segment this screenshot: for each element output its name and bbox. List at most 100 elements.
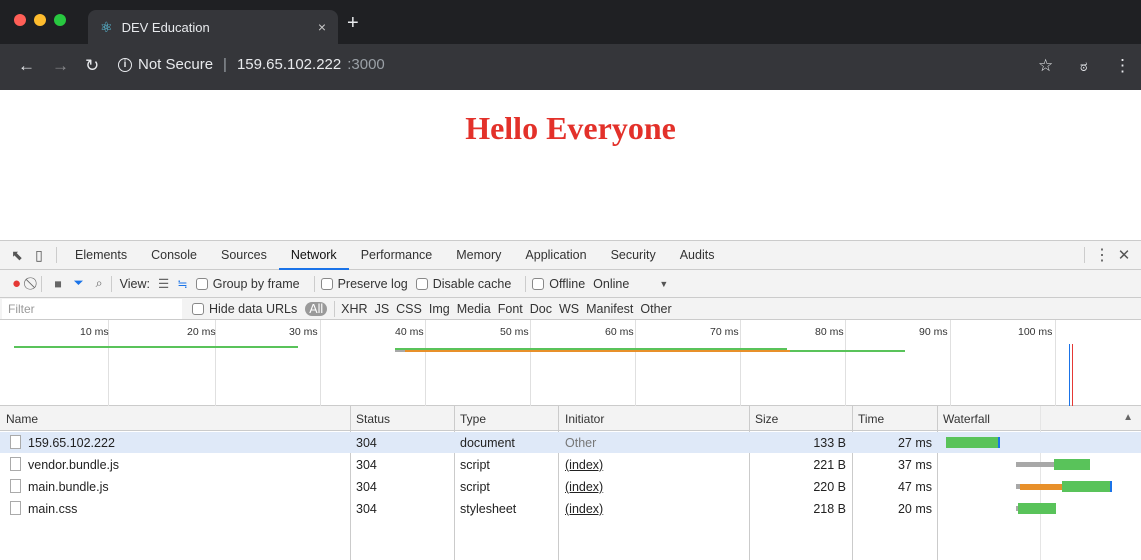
toolbar-divider <box>334 300 336 317</box>
filter-funnel-icon[interactable]: ⏷ <box>74 276 84 291</box>
bookmark-star-icon[interactable]: ☆ <box>1038 56 1053 76</box>
minimize-window-button[interactable] <box>34 14 46 26</box>
request-initiator[interactable]: (index) <box>565 480 603 494</box>
search-icon[interactable]: ⌕ <box>96 276 103 291</box>
reload-icon[interactable]: ↻ <box>85 56 99 76</box>
incognito-icon[interactable]: ಠ <box>1080 58 1087 75</box>
table-row[interactable]: main.css 304 stylesheet (index) 218 B 20… <box>0 498 1141 519</box>
network-overview[interactable]: 10 ms 20 ms 30 ms 40 ms 50 ms 60 ms 70 m… <box>0 320 1141 406</box>
column-header-waterfall[interactable]: Waterfall <box>943 412 990 426</box>
back-arrow-icon[interactable]: ← <box>18 56 35 76</box>
waterfall-bar[interactable] <box>1018 503 1056 514</box>
column-header-type[interactable]: Type <box>460 412 486 426</box>
grid-line <box>320 320 321 406</box>
filter-type-media[interactable]: Media <box>457 302 491 316</box>
request-status: 304 <box>356 480 377 494</box>
record-icon[interactable]: ● <box>12 275 21 292</box>
request-initiator[interactable]: (index) <box>565 458 603 472</box>
screenshot-camera-icon[interactable]: ■ <box>54 277 62 291</box>
new-tab-button[interactable]: + <box>347 13 359 33</box>
devtools-menu-icon[interactable]: ⋮ <box>1091 245 1113 265</box>
tab-close-icon[interactable]: × <box>318 19 326 35</box>
tab-performance[interactable]: Performance <box>349 241 445 270</box>
request-type: script <box>460 458 490 472</box>
chrome-menu-icon[interactable]: ⋮ <box>1114 56 1131 76</box>
address-bar[interactable]: i Not Secure | 159.65.102.222:3000 <box>118 56 385 73</box>
tab-memory[interactable]: Memory <box>444 241 513 270</box>
document-file-icon <box>10 435 21 449</box>
tab-network[interactable]: Network <box>278 241 349 270</box>
column-header-initiator[interactable]: Initiator <box>565 412 604 426</box>
tab-audits[interactable]: Audits <box>668 241 727 270</box>
checkbox-box[interactable] <box>320 277 333 290</box>
column-header-size[interactable]: Size <box>755 412 778 426</box>
load-event-marker <box>1072 344 1073 406</box>
network-toolbar: ● ⃠ ■ ⏷ ⌕ View: ☰ ≒ Group by frame Prese… <box>0 270 1141 298</box>
filter-type-css[interactable]: CSS <box>396 302 422 316</box>
inspect-element-icon[interactable]: ⬉ <box>6 247 28 264</box>
request-size: 133 B <box>813 436 846 450</box>
large-rows-icon[interactable]: ☰ <box>158 276 169 291</box>
browser-tab[interactable]: ⚛ DEV Education × <box>88 10 338 44</box>
maximize-window-button[interactable] <box>54 14 66 26</box>
column-header-status[interactable]: Status <box>356 412 390 426</box>
filter-type-js[interactable]: JS <box>375 302 390 316</box>
table-row[interactable]: main.bundle.js 304 script (index) 220 B … <box>0 476 1141 497</box>
hide-data-urls-label: Hide data URLs <box>209 301 298 316</box>
request-size: 220 B <box>813 480 846 494</box>
overview-toggle-icon[interactable]: ≒ <box>177 276 188 291</box>
checkbox-box[interactable] <box>195 277 208 290</box>
tick-label: 10 ms <box>80 326 109 338</box>
grid-line <box>950 320 951 406</box>
tab-application[interactable]: Application <box>513 241 598 270</box>
filter-type-other[interactable]: Other <box>640 302 671 316</box>
request-type: document <box>460 436 515 450</box>
column-header-time[interactable]: Time <box>858 412 884 426</box>
tab-elements[interactable]: Elements <box>63 241 139 270</box>
waterfall-bar-waiting <box>1016 462 1054 467</box>
toolbar-divider <box>1084 247 1085 263</box>
sort-ascending-icon[interactable]: ▲ <box>1123 412 1133 423</box>
request-name[interactable]: main.bundle.js <box>28 480 109 494</box>
close-window-button[interactable] <box>14 14 26 26</box>
waterfall-bar[interactable] <box>1062 481 1110 492</box>
request-name[interactable]: main.css <box>28 502 77 516</box>
toolbar-divider <box>110 275 112 292</box>
hide-data-urls-checkbox[interactable]: Hide data URLs <box>192 302 297 316</box>
forward-arrow-icon[interactable]: → <box>52 56 69 76</box>
devtools-tab-bar: ⬉ ▯ Elements Console Sources Network Per… <box>0 240 1141 270</box>
offline-checkbox[interactable]: Offline <box>532 277 585 291</box>
request-initiator[interactable]: (index) <box>565 502 603 516</box>
request-name[interactable]: vendor.bundle.js <box>28 458 119 472</box>
waterfall-bar[interactable] <box>946 437 998 448</box>
group-by-frame-checkbox[interactable]: Group by frame <box>195 277 300 291</box>
close-devtools-icon[interactable]: ✕ <box>1113 246 1135 264</box>
column-header-name[interactable]: Name <box>6 412 38 426</box>
info-icon[interactable]: i <box>118 57 132 72</box>
filter-type-font[interactable]: Font <box>498 302 523 316</box>
filter-type-doc[interactable]: Doc <box>530 302 552 316</box>
device-toolbar-icon[interactable]: ▯ <box>28 247 50 264</box>
preserve-log-checkbox[interactable]: Preserve log <box>320 277 408 291</box>
disable-cache-checkbox[interactable]: Disable cache <box>415 277 511 291</box>
table-row[interactable]: vendor.bundle.js 304 script (index) 221 … <box>0 454 1141 475</box>
waterfall-bar[interactable] <box>1054 459 1090 470</box>
checkbox-box[interactable] <box>192 302 204 315</box>
filter-type-all[interactable]: All <box>305 301 328 316</box>
filter-type-manifest[interactable]: Manifest <box>586 302 633 316</box>
tab-console[interactable]: Console <box>139 241 209 270</box>
tab-sources[interactable]: Sources <box>209 241 279 270</box>
checkbox-box[interactable] <box>415 277 428 290</box>
throttling-select[interactable]: Online ▼ <box>593 277 668 291</box>
filter-type-xhr[interactable]: XHR <box>341 302 367 316</box>
filter-input[interactable]: Filter <box>2 298 182 319</box>
table-row[interactable]: 159.65.102.222 304 document Other 133 B … <box>0 432 1141 453</box>
filter-type-img[interactable]: Img <box>429 302 450 316</box>
request-name[interactable]: 159.65.102.222 <box>28 436 115 450</box>
filter-type-ws[interactable]: WS <box>559 302 579 316</box>
request-status: 304 <box>356 458 377 472</box>
checkbox-box[interactable] <box>532 277 545 290</box>
tick-label: 30 ms <box>289 326 318 338</box>
tab-security[interactable]: Security <box>599 241 668 270</box>
tick-label: 20 ms <box>187 326 216 338</box>
